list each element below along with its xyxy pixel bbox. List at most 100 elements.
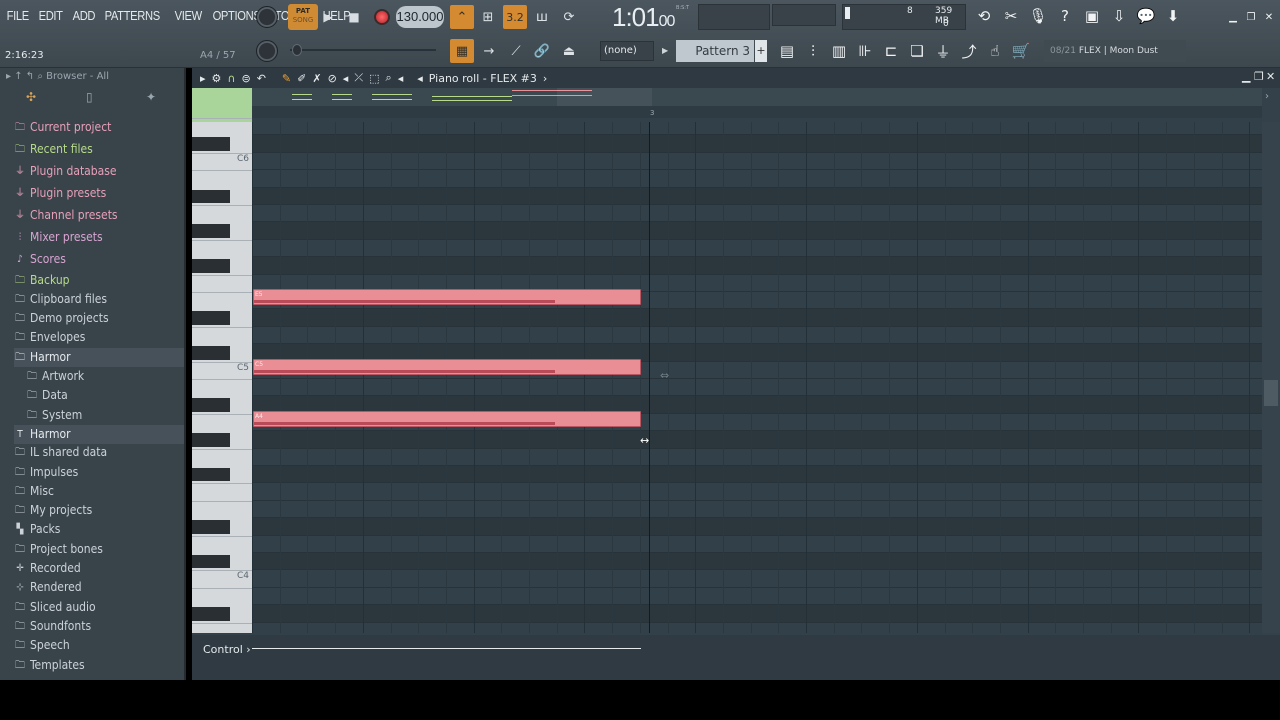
add-pattern-button[interactable]: + <box>755 40 767 62</box>
pattern-selector[interactable]: Pattern 3 <box>676 40 754 62</box>
browser-search-icon[interactable]: ✦ <box>146 90 156 104</box>
browser-item-project-bones[interactable]: 🗀 Project bones <box>14 540 184 559</box>
browser-item-system[interactable]: 🗀 System <box>26 406 196 425</box>
playlist-icon[interactable]: ▤ <box>775 39 799 63</box>
note-e5[interactable]: E5 <box>253 289 641 305</box>
browser-item-sliced-audio[interactable]: 🗀 Sliced audio <box>14 598 184 617</box>
pr-minimize-icon[interactable]: ▁ <box>1242 70 1250 83</box>
render-icon[interactable]: ⇩ <box>1107 4 1131 28</box>
browser-item-harmor[interactable]: T Harmor <box>14 425 184 444</box>
note-a4[interactable]: A4 <box>253 410 641 427</box>
preview-speaker-icon[interactable]: ◂ <box>417 72 423 85</box>
black-key[interactable] <box>192 520 230 534</box>
pr-close-icon[interactable]: ✕ <box>1266 70 1275 83</box>
mic-icon[interactable]: 🎙 <box>1026 4 1050 28</box>
browser-item-packs[interactable]: ▚ Packs <box>14 520 184 539</box>
help-icon[interactable]: ? <box>1053 4 1077 28</box>
project-file-icon[interactable]: ❏ <box>905 39 929 63</box>
black-key[interactable] <box>192 433 230 447</box>
control-selector[interactable]: Control › <box>203 643 251 656</box>
touch-icon[interactable]: ☝ <box>983 39 1007 63</box>
menu-view[interactable]: VIEW <box>172 8 204 26</box>
browser-item-speech[interactable]: 🗀 Speech <box>14 636 184 655</box>
note-grid[interactable]: ⇔ ↔ E5 C5 A4 <box>252 118 1262 640</box>
browser-item-backup[interactable]: 🗀 Backup <box>14 271 184 290</box>
note-overview[interactable] <box>252 88 1262 106</box>
piano-keyboard[interactable]: C6 C5 C4 <box>192 118 252 633</box>
undo-history-icon[interactable]: ⟲ <box>972 4 996 28</box>
patch-icon[interactable]: ⟋ <box>504 39 528 63</box>
menu-edit[interactable]: EDIT <box>36 8 65 26</box>
scroll-right-arrow[interactable]: › <box>1254 88 1280 106</box>
browser-item-envelopes[interactable]: 🗀 Envelopes <box>14 328 184 347</box>
mute-tool-icon[interactable]: ⊘ <box>328 72 337 85</box>
black-key[interactable] <box>192 555 230 569</box>
metronome-button[interactable]: ⌃ <box>450 5 474 29</box>
plugin-icon[interactable]: ⏚ <box>931 39 955 63</box>
zoom-tool-icon[interactable]: ⌕ <box>386 71 392 85</box>
title-arrow-icon[interactable]: › <box>543 72 547 85</box>
browser-item-recent-files[interactable]: 🗀 Recent files <box>14 140 184 159</box>
browser-item-soundfonts[interactable]: 🗀 Soundfonts <box>14 617 184 636</box>
stop-button[interactable]: ■ <box>342 5 366 29</box>
play-button[interactable]: ▶ <box>316 5 340 29</box>
news-panel[interactable]: 08/21 FLEX | Moon Dust <box>1044 40 1186 62</box>
black-key[interactable] <box>192 189 230 203</box>
browser-item-plugin-database[interactable]: ⏚ Plugin database <box>14 162 184 181</box>
select-tool-icon[interactable]: ⬚ <box>369 72 379 85</box>
browser-item-impulses[interactable]: 🗀 Impulses <box>14 463 184 482</box>
wait-for-input-button[interactable]: ⊞ <box>476 5 500 29</box>
browser-item-il-shared-data[interactable]: 🗀 IL shared data <box>14 443 184 462</box>
browser-item-recorded[interactable]: ✛ Recorded <box>14 559 184 578</box>
slice-tool-icon[interactable]: ⤫ <box>354 71 363 85</box>
menu-patterns[interactable]: PATTERNS <box>102 8 162 26</box>
pattern-overview[interactable] <box>192 88 252 122</box>
chat-icon[interactable]: 💬 <box>1134 4 1158 28</box>
minimize-icon[interactable]: ▁ <box>1226 10 1240 24</box>
master-volume-knob[interactable] <box>256 6 278 28</box>
speaker-tool-icon[interactable]: ◂ <box>343 72 349 85</box>
browser-item-current-project[interactable]: 🗀 Current project <box>14 118 184 137</box>
save-icon[interactable]: ▣ <box>1080 4 1104 28</box>
download-icon[interactable]: ⬇ <box>1161 4 1185 28</box>
tempo-tapper-icon[interactable]: ⤴ <box>957 39 981 63</box>
browser-item-channel-presets[interactable]: ⏚ Channel presets <box>14 206 184 225</box>
black-key[interactable] <box>192 137 230 151</box>
link-icon[interactable]: 🔗 <box>530 39 554 63</box>
browser-tree-icon[interactable]: ⊏ <box>879 39 903 63</box>
menu-file[interactable]: FILE <box>4 8 31 26</box>
black-key[interactable] <box>192 224 230 238</box>
undo-icon[interactable]: ↶ <box>257 72 266 85</box>
browser-item-plugin-presets[interactable]: ⏚ Plugin presets <box>14 184 184 203</box>
browser-item-data[interactable]: 🗀 Data <box>26 386 196 405</box>
piano-roll-icon[interactable]: ⫶ <box>801 39 825 63</box>
restore-icon[interactable]: ❐ <box>1244 10 1258 24</box>
browser-item-misc[interactable]: 🗀 Misc <box>14 482 184 501</box>
pat-song-toggle[interactable]: PAT SONG <box>288 4 318 30</box>
pattern-prev-arrow[interactable]: ▶ <box>662 41 674 61</box>
master-pitch-slider[interactable] <box>290 44 436 56</box>
record-button[interactable] <box>370 5 394 29</box>
black-key[interactable] <box>192 607 230 621</box>
black-key[interactable] <box>192 311 230 325</box>
piano-roll-button[interactable]: ▦ <box>450 39 474 63</box>
browser-file-icon[interactable]: ▯ <box>86 90 93 104</box>
song-position[interactable]: 1:0100 <box>612 2 675 33</box>
browser-item-templates[interactable]: 🗀 Templates <box>14 656 184 675</box>
brush-icon[interactable]: ✐ <box>297 72 306 85</box>
mixer-icon[interactable]: ⊪ <box>853 39 877 63</box>
tool-settings-icon[interactable]: ⚙ <box>212 72 222 85</box>
arrow-icon[interactable]: → <box>477 39 501 63</box>
browser-item-demo-projects[interactable]: 🗀 Demo projects <box>14 309 184 328</box>
browser-item-mixer-presets[interactable]: ⫶ Mixer presets <box>14 228 184 247</box>
close-icon[interactable]: ✕ <box>1262 10 1276 24</box>
browser-item-rendered[interactable]: ⊹ Rendered <box>14 578 184 597</box>
browser-collapse-icon[interactable]: ✣ <box>26 90 36 104</box>
loop-record-button[interactable]: ⟳ <box>557 5 581 29</box>
browser-item-scores[interactable]: ♪ Scores <box>14 250 184 269</box>
browser-item-clipboard-files[interactable]: 🗀 Clipboard files <box>14 290 184 309</box>
shop-icon[interactable]: 🛒 <box>1009 39 1033 63</box>
tempo-display[interactable]: 130.000 <box>396 6 444 28</box>
menu-arrow-icon[interactable]: ▸ <box>200 72 206 85</box>
black-key[interactable] <box>192 259 230 273</box>
